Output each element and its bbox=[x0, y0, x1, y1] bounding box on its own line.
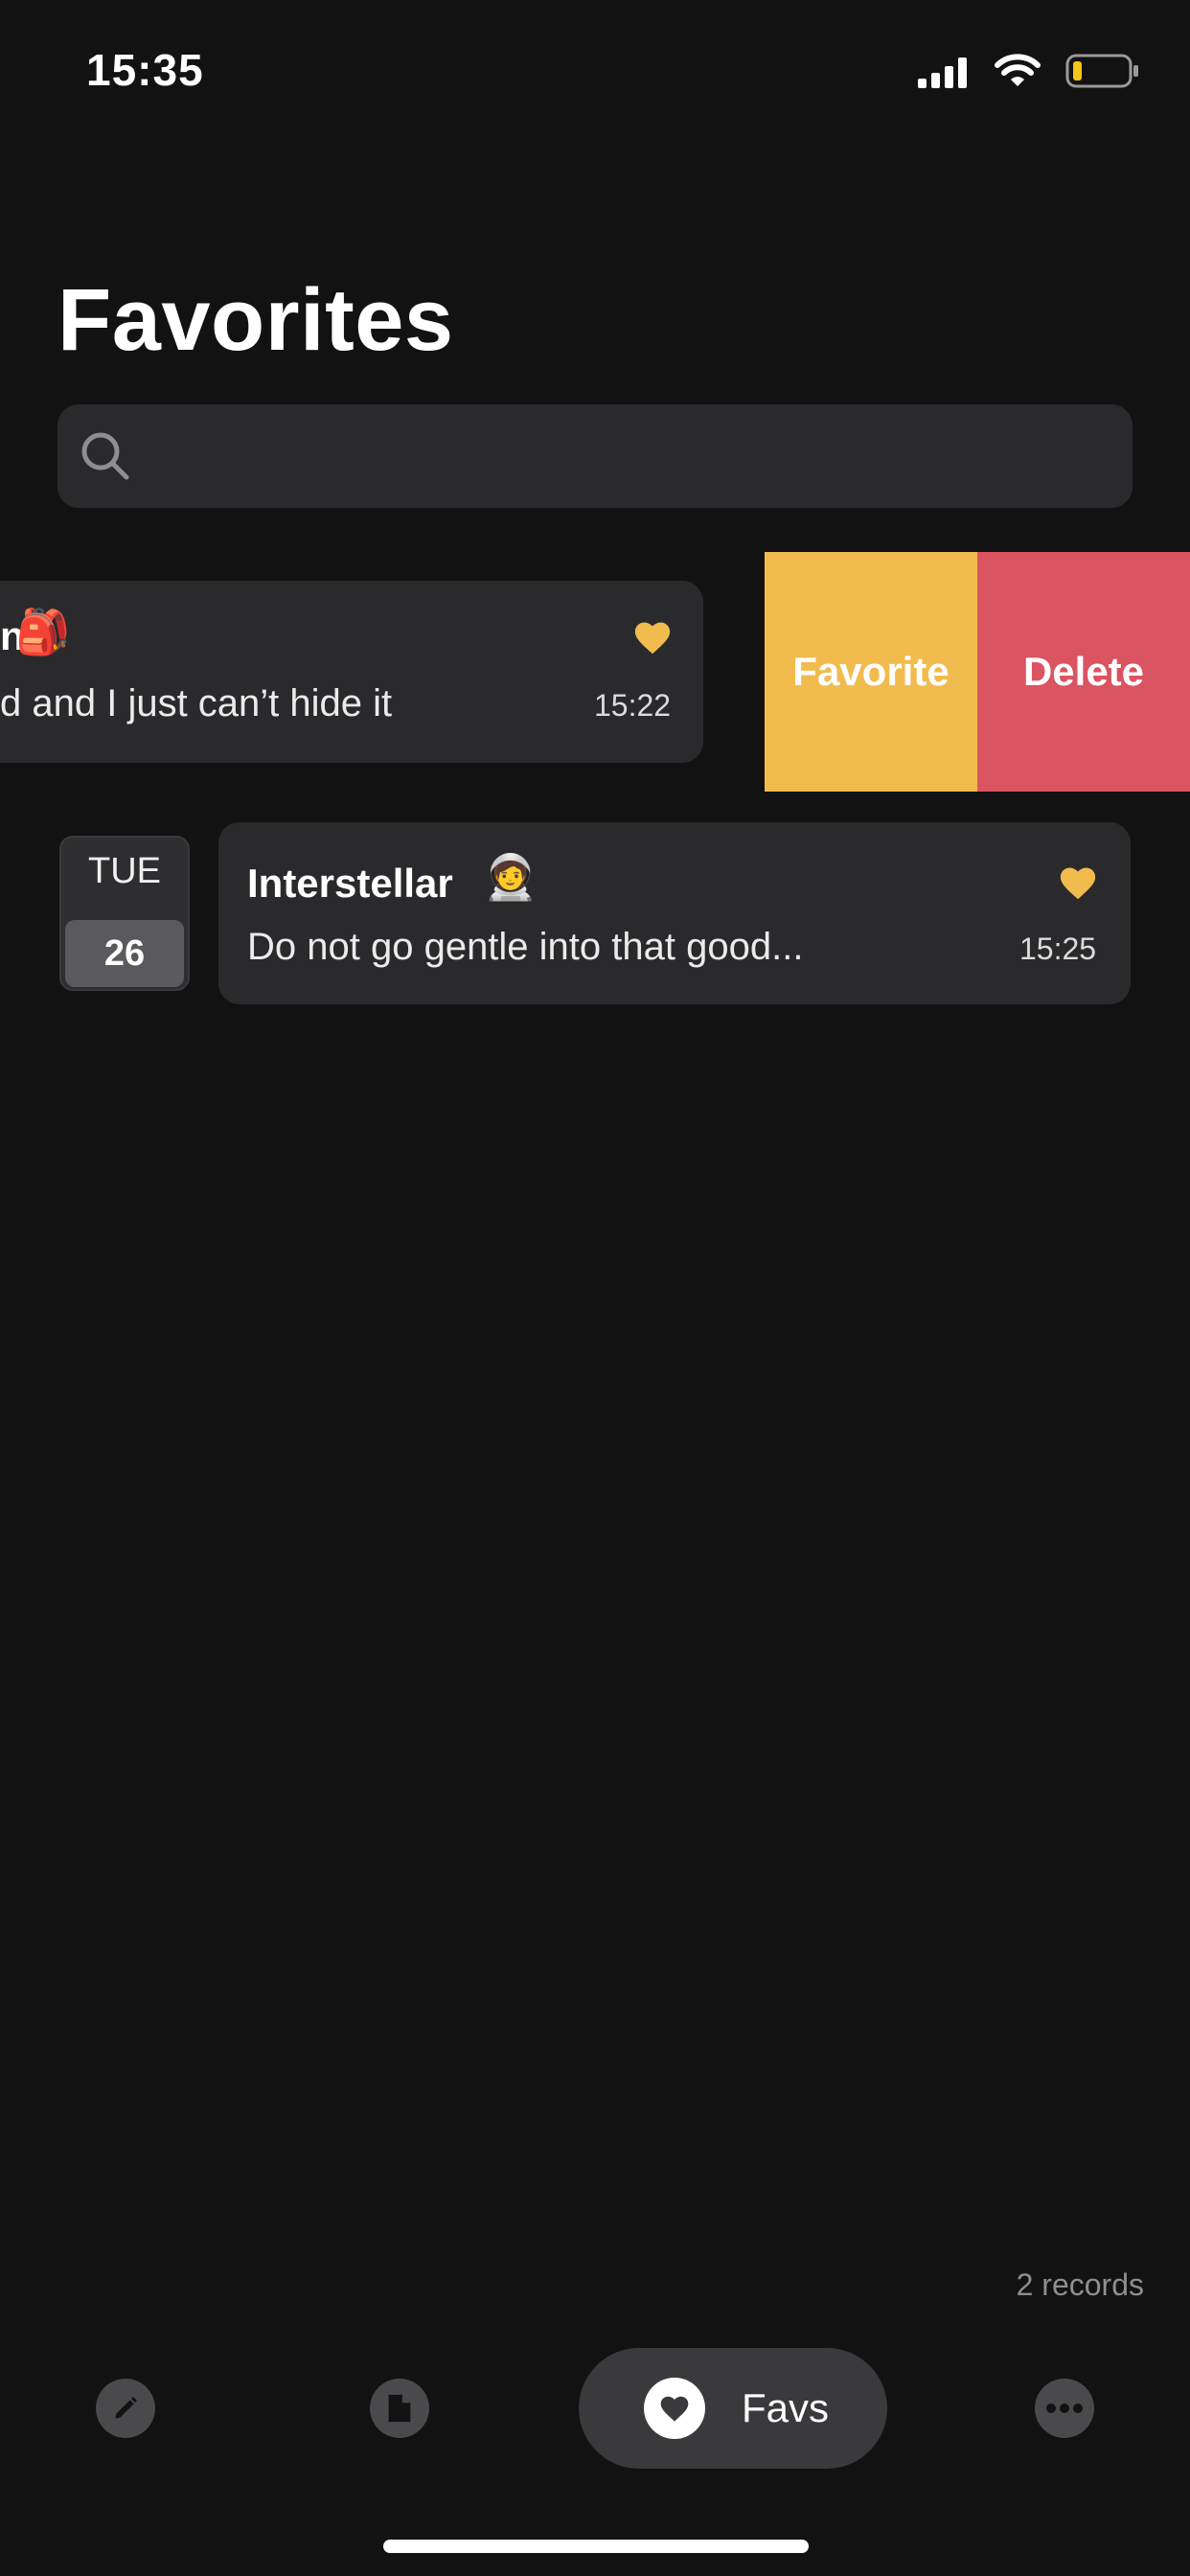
document-icon bbox=[388, 2394, 411, 2423]
cellular-signal-icon bbox=[918, 58, 967, 88]
heart-icon bbox=[660, 2396, 689, 2422]
more-icon bbox=[1046, 2404, 1083, 2413]
date-badge: TUE 26 bbox=[59, 836, 190, 991]
tab-more[interactable] bbox=[1035, 2379, 1094, 2438]
search-input[interactable] bbox=[153, 404, 1115, 510]
battery-icon bbox=[1065, 54, 1138, 88]
entry-card-swiped[interactable]: n 🎒 d and I just can’t hide it 15:22 bbox=[0, 581, 703, 763]
favorite-action-button[interactable]: Favorite bbox=[765, 552, 977, 792]
entry-title: Interstellar bbox=[247, 861, 453, 906]
status-icons bbox=[918, 50, 1140, 92]
wifi-icon bbox=[995, 54, 1041, 86]
date-day-number: 26 bbox=[65, 920, 184, 987]
status-time: 15:35 bbox=[86, 45, 204, 95]
favs-icon-circle bbox=[644, 2378, 705, 2439]
records-count: 2 records bbox=[1016, 2267, 1144, 2302]
entry-card[interactable]: Interstellar 🧑‍🚀 Do not go gentle into t… bbox=[218, 822, 1131, 1004]
tab-entries[interactable] bbox=[370, 2379, 429, 2438]
page-title: Favorites bbox=[57, 271, 454, 369]
entry-preview: Do not go gentle into that good... bbox=[247, 926, 804, 968]
delete-action-button[interactable]: Delete bbox=[977, 552, 1190, 792]
tab-favs[interactable]: Favs bbox=[579, 2348, 887, 2469]
entry-preview: d and I just can’t hide it bbox=[0, 682, 393, 724]
date-weekday: TUE bbox=[88, 851, 161, 891]
entry-time: 15:25 bbox=[1019, 932, 1097, 966]
home-indicator[interactable] bbox=[383, 2540, 809, 2553]
heart-icon bbox=[1060, 867, 1096, 900]
tab-favs-label: Favs bbox=[742, 2385, 830, 2430]
backpack-emoji: 🎒 bbox=[15, 607, 71, 656]
tab-compose[interactable] bbox=[96, 2379, 155, 2438]
entry-time: 15:22 bbox=[594, 688, 672, 723]
pencil-icon bbox=[115, 2397, 137, 2419]
search-icon bbox=[81, 432, 129, 480]
search-bar[interactable] bbox=[57, 404, 1133, 510]
heart-icon bbox=[634, 622, 671, 655]
astronaut-emoji: 🧑‍🚀 bbox=[483, 852, 538, 902]
